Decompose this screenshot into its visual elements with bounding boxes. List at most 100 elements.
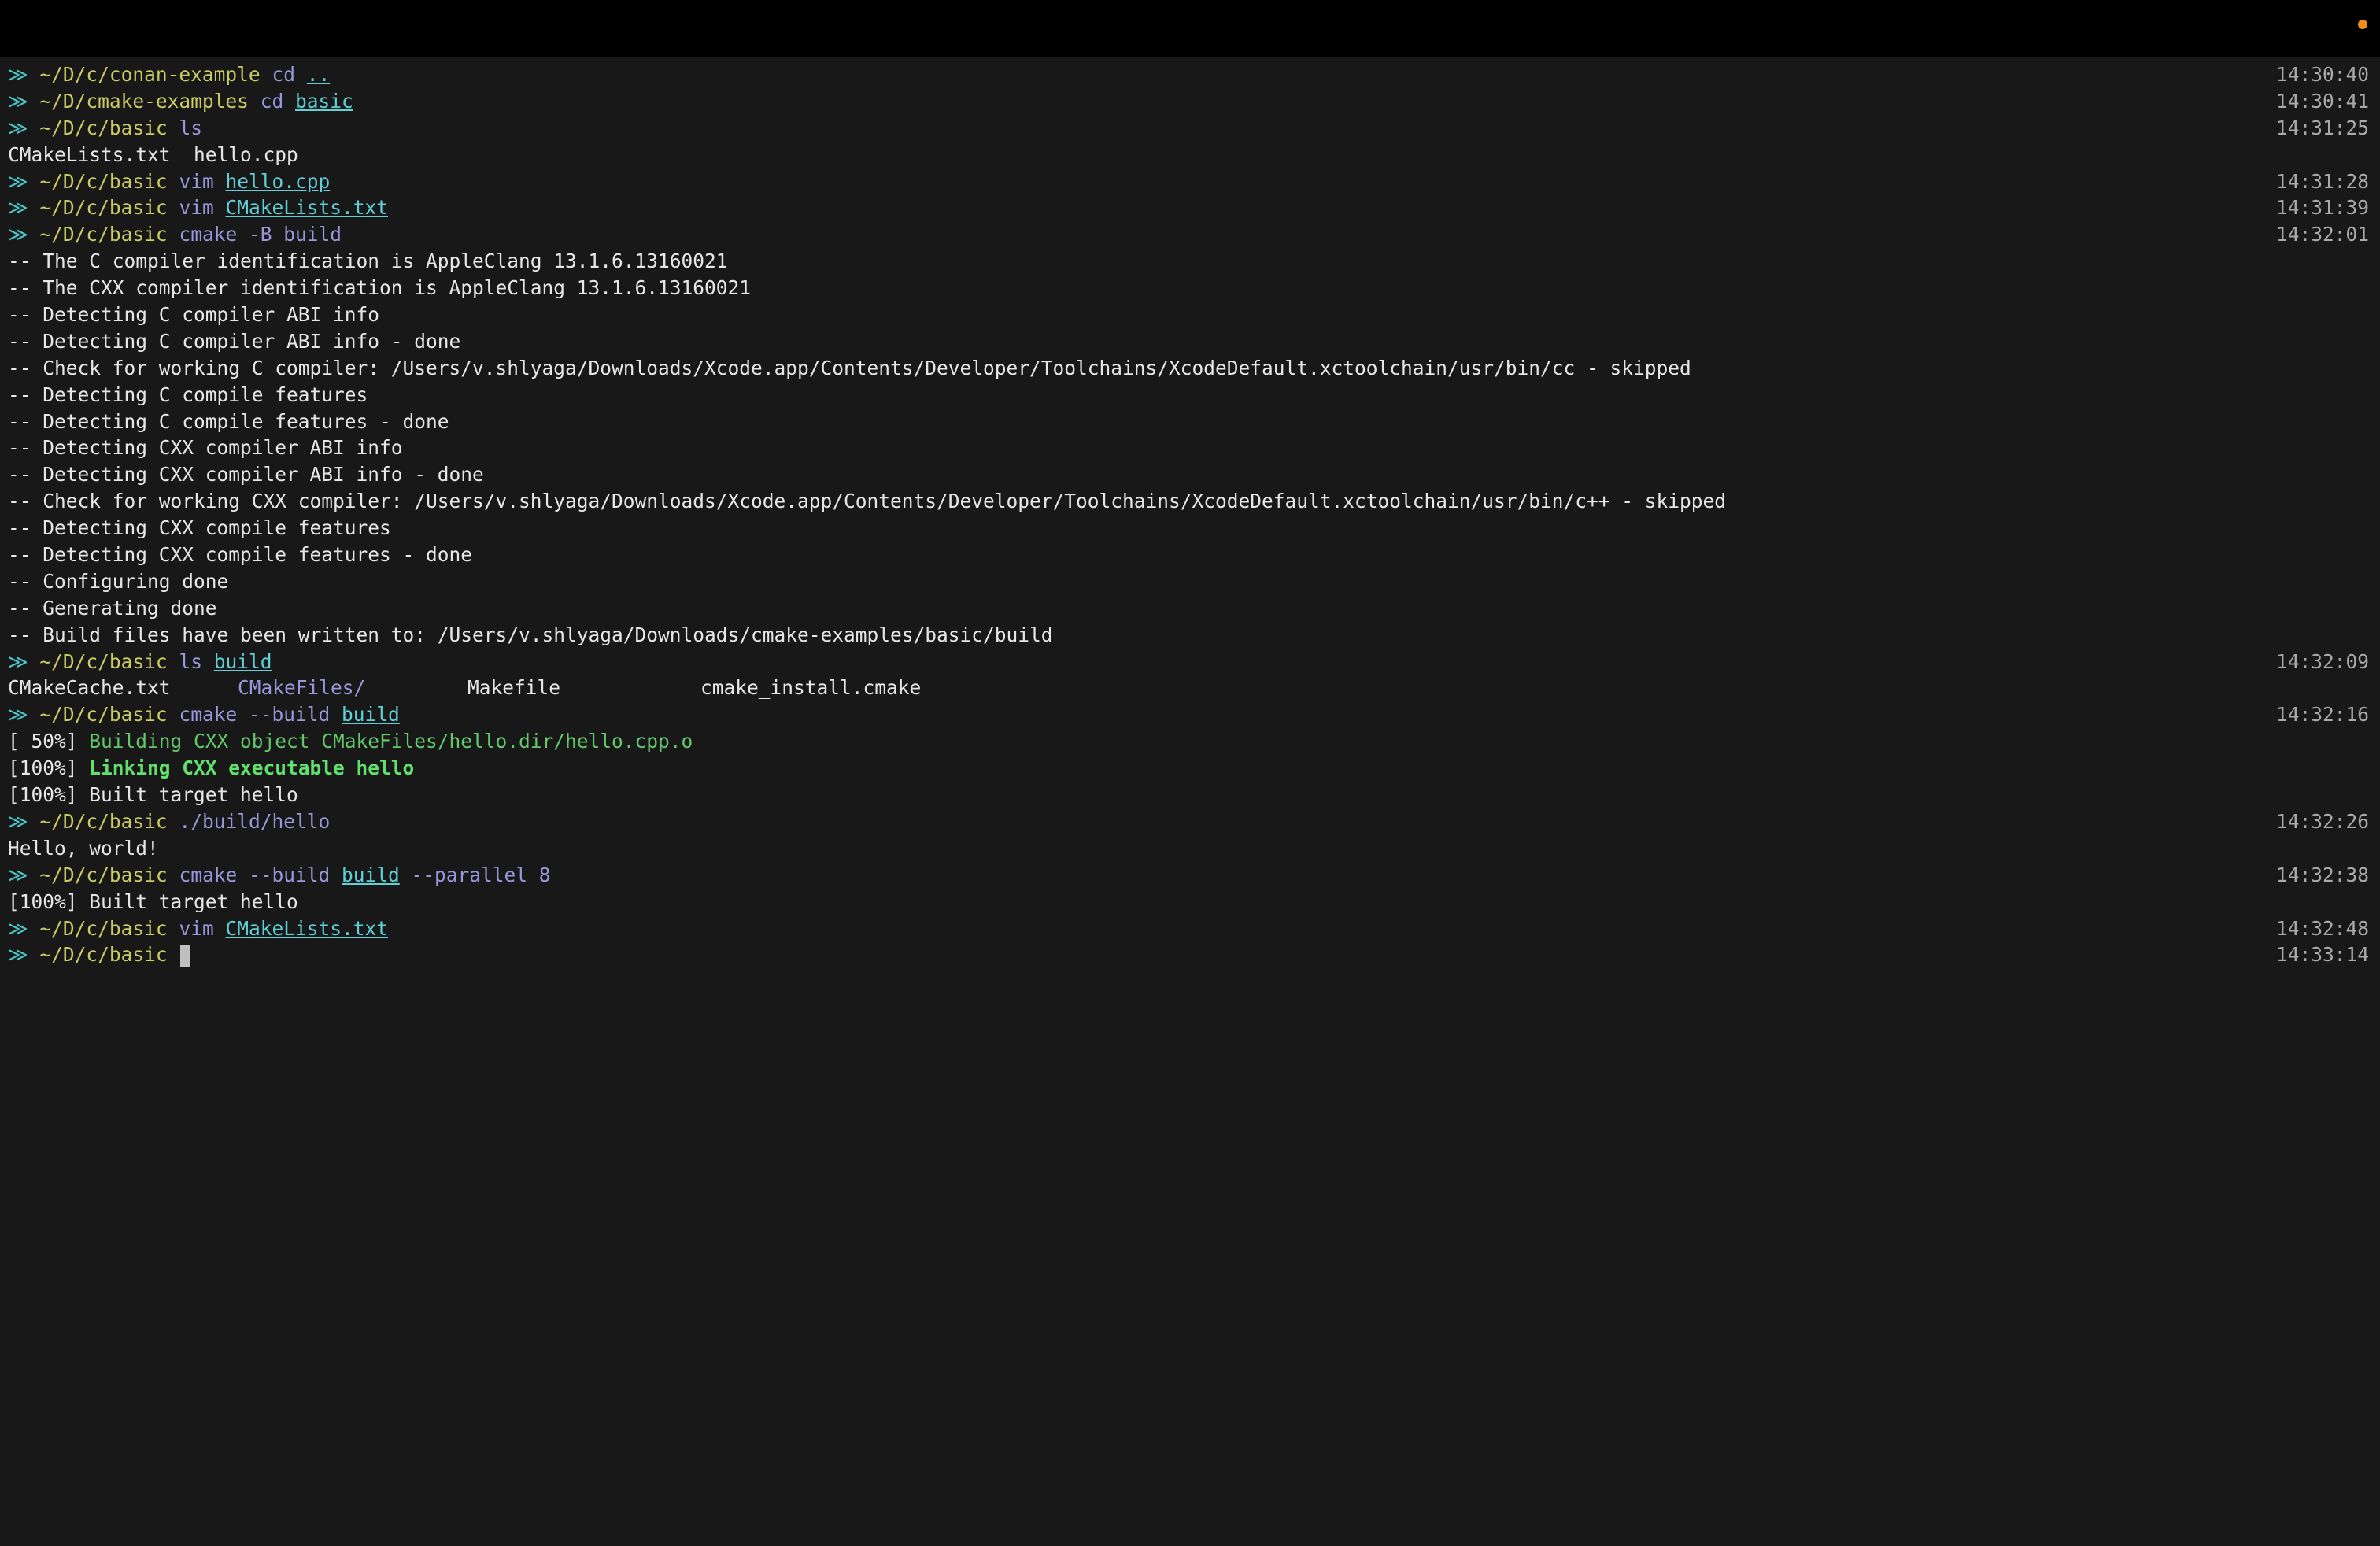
build-progress: [ 50%]: [8, 730, 78, 753]
command-text: vim: [179, 169, 214, 193]
build-message: Built target hello: [89, 890, 298, 913]
prompt-path: ~/D/c/basic: [39, 703, 168, 727]
build-progress-line: [100%] Linking CXX executable hello: [8, 755, 2369, 782]
output-text: -- Generating done: [8, 596, 217, 620]
command-argument-link[interactable]: CMakeLists.txt: [225, 917, 388, 940]
command-argument-link[interactable]: build: [342, 864, 400, 886]
prompt-path: ~/D/c/basic: [39, 863, 168, 886]
command-text: cd: [260, 89, 284, 113]
prompt-path: ~/D/c/basic: [39, 169, 168, 193]
output-text: -- Configuring done: [8, 569, 229, 593]
output-line: -- Build files have been written to: /Us…: [8, 622, 2369, 649]
build-progress-line: [100%] Built target hello: [8, 889, 2369, 915]
command-timestamp: 14:33:14: [2275, 943, 2369, 967]
command-text: cmake --build: [179, 863, 331, 886]
command-timestamp: 14:31:39: [2275, 196, 2369, 220]
ls-entry: CMakeFiles/: [238, 676, 366, 700]
build-progress: [100%]: [8, 890, 78, 913]
prompt-line: ≫ ~/D/c/basic ./build/hello 14:32:26: [8, 808, 2369, 835]
ls-output-line: CMakeCache.txt CMakeFiles/Makefile cmake_i…: [8, 675, 2369, 701]
output-line: -- Detecting C compile features: [8, 382, 2369, 409]
prompt-path: ~/D/cmake-examples: [39, 89, 249, 113]
command-argument-link[interactable]: hello.cpp: [225, 170, 330, 193]
text-cursor[interactable]: [180, 945, 191, 967]
prompt-arrow-icon: ≫: [8, 916, 28, 940]
command-text: cd: [272, 63, 295, 86]
output-line: -- The C compiler identification is Appl…: [8, 248, 2369, 275]
prompt-path: ~/D/c/basic: [39, 649, 168, 673]
command-timestamp: 14:32:16: [2275, 703, 2369, 727]
command-text: ./build/hello: [179, 809, 331, 833]
output-line: -- Detecting C compiler ABI info - done: [8, 328, 2369, 355]
prompt-line: ≫ ~/D/c/basic vim CMakeLists.txt 14:31:39: [8, 194, 2369, 221]
terminal-window: ≫ ~/D/c/conan-example cd .. 14:30:40 ≫ ~/D…: [0, 0, 2380, 1546]
prompt-line: ≫ ~/D/c/conan-example cd .. 14:30:40: [8, 61, 2369, 88]
prompt-line: ≫ ~/D/c/basic ls build 14:32:09: [8, 649, 2369, 675]
output-line: -- Detecting CXX compiler ABI info - don…: [8, 461, 2369, 488]
output-text: -- Check for working CXX compiler: /User…: [8, 490, 1727, 513]
title-bar: [0, 0, 2380, 57]
prompt-arrow-icon: ≫: [8, 649, 28, 673]
prompt-path: ~/D/c/basic: [39, 916, 168, 940]
prompt-arrow-icon: ≫: [8, 809, 28, 833]
prompt-arrow-icon: ≫: [8, 223, 28, 246]
build-message: Building CXX object CMakeFiles/hello.dir…: [89, 730, 693, 753]
command-text: cmake --build: [179, 703, 331, 727]
prompt-path: ~/D/c/conan-example: [39, 63, 261, 86]
command-argument-link[interactable]: build: [342, 703, 400, 726]
command-timestamp: 14:32:26: [2275, 809, 2369, 833]
command-timestamp: 14:32:09: [2275, 649, 2369, 673]
command-text: ls: [179, 649, 202, 673]
output-text: -- Detecting C compile features - done: [8, 409, 449, 433]
output-text: -- Detecting C compiler ABI info - done: [8, 329, 461, 353]
command-argument-link[interactable]: basic: [295, 90, 353, 113]
terminal-output[interactable]: ≫ ~/D/c/conan-example cd .. 14:30:40 ≫ ~/D…: [8, 61, 2369, 968]
output-text: -- Detecting CXX compiler ABI info - don…: [8, 463, 484, 486]
output-text: -- Detecting CXX compiler ABI info: [8, 436, 403, 460]
command-argument-link[interactable]: build: [214, 650, 272, 673]
output-text: -- The C compiler identification is Appl…: [8, 250, 728, 273]
prompt-line: ≫ ~/D/c/basic cmake --build build 14:32:1…: [8, 701, 2369, 728]
command-text: vim: [179, 196, 214, 220]
output-line: Hello, world!: [8, 835, 2369, 862]
prompt-line: ≫ ~/D/c/basic vim hello.cpp 14:31:28: [8, 168, 2369, 195]
command-argument-link[interactable]: ..: [307, 63, 331, 86]
output-line: -- Check for working CXX compiler: /User…: [8, 488, 2369, 515]
prompt-arrow-icon: ≫: [8, 116, 28, 139]
output-text: -- Detecting CXX compile features: [8, 516, 391, 540]
output-line: -- Configuring done: [8, 568, 2369, 595]
build-progress: [100%]: [8, 756, 78, 780]
output-line: -- Detecting CXX compile features - done: [8, 542, 2369, 568]
prompt-arrow-icon: ≫: [8, 63, 28, 86]
command-flags: --parallel 8: [411, 863, 551, 886]
prompt-line: ≫ ~/D/c/basic ls 14:31:25: [8, 115, 2369, 142]
status-dot-icon: [2358, 20, 2367, 29]
output-text: -- The CXX compiler identification is Ap…: [8, 276, 752, 300]
prompt-path: ~/D/c/basic: [39, 223, 168, 246]
command-timestamp: 14:31:28: [2275, 169, 2369, 193]
output-text: -- Build files have been written to: /Us…: [8, 623, 1053, 646]
prompt-arrow-icon: ≫: [8, 196, 28, 220]
output-text: -- Detecting CXX compile features - done: [8, 543, 473, 567]
prompt-line: ≫ ~/D/c/basic cmake -B build 14:32:01: [8, 221, 2369, 248]
output-text: -- Detecting C compiler ABI info: [8, 303, 380, 327]
prompt-arrow-icon: ≫: [8, 169, 28, 193]
output-line: -- Detecting CXX compiler ABI info: [8, 435, 2369, 461]
output-line: -- The CXX compiler identification is Ap…: [8, 275, 2369, 301]
ls-entry: Makefile: [468, 676, 561, 700]
output-text: CMakeLists.txt hello.cpp: [8, 142, 298, 166]
output-line: -- Detecting C compiler ABI info: [8, 301, 2369, 328]
command-argument-link[interactable]: CMakeLists.txt: [225, 196, 388, 219]
command-timestamp: 14:32:48: [2275, 916, 2369, 940]
output-line: -- Check for working C compiler: /Users/…: [8, 355, 2369, 382]
prompt-path: ~/D/c/basic: [39, 943, 168, 967]
output-line: -- Generating done: [8, 595, 2369, 622]
build-message: Linking CXX executable hello: [89, 756, 415, 780]
ls-entry: cmake_install.cmake: [700, 676, 922, 700]
command-text: ls: [179, 116, 202, 139]
output-line: -- Detecting C compile features - done: [8, 409, 2369, 435]
prompt-line: ≫ ~/D/cmake-examples cd basic 14:30:41: [8, 88, 2369, 115]
prompt-arrow-icon: ≫: [8, 89, 28, 113]
build-progress-line: [ 50%] Building CXX object CMakeFiles/he…: [8, 728, 2369, 755]
command-text: cmake -B build: [179, 223, 342, 246]
